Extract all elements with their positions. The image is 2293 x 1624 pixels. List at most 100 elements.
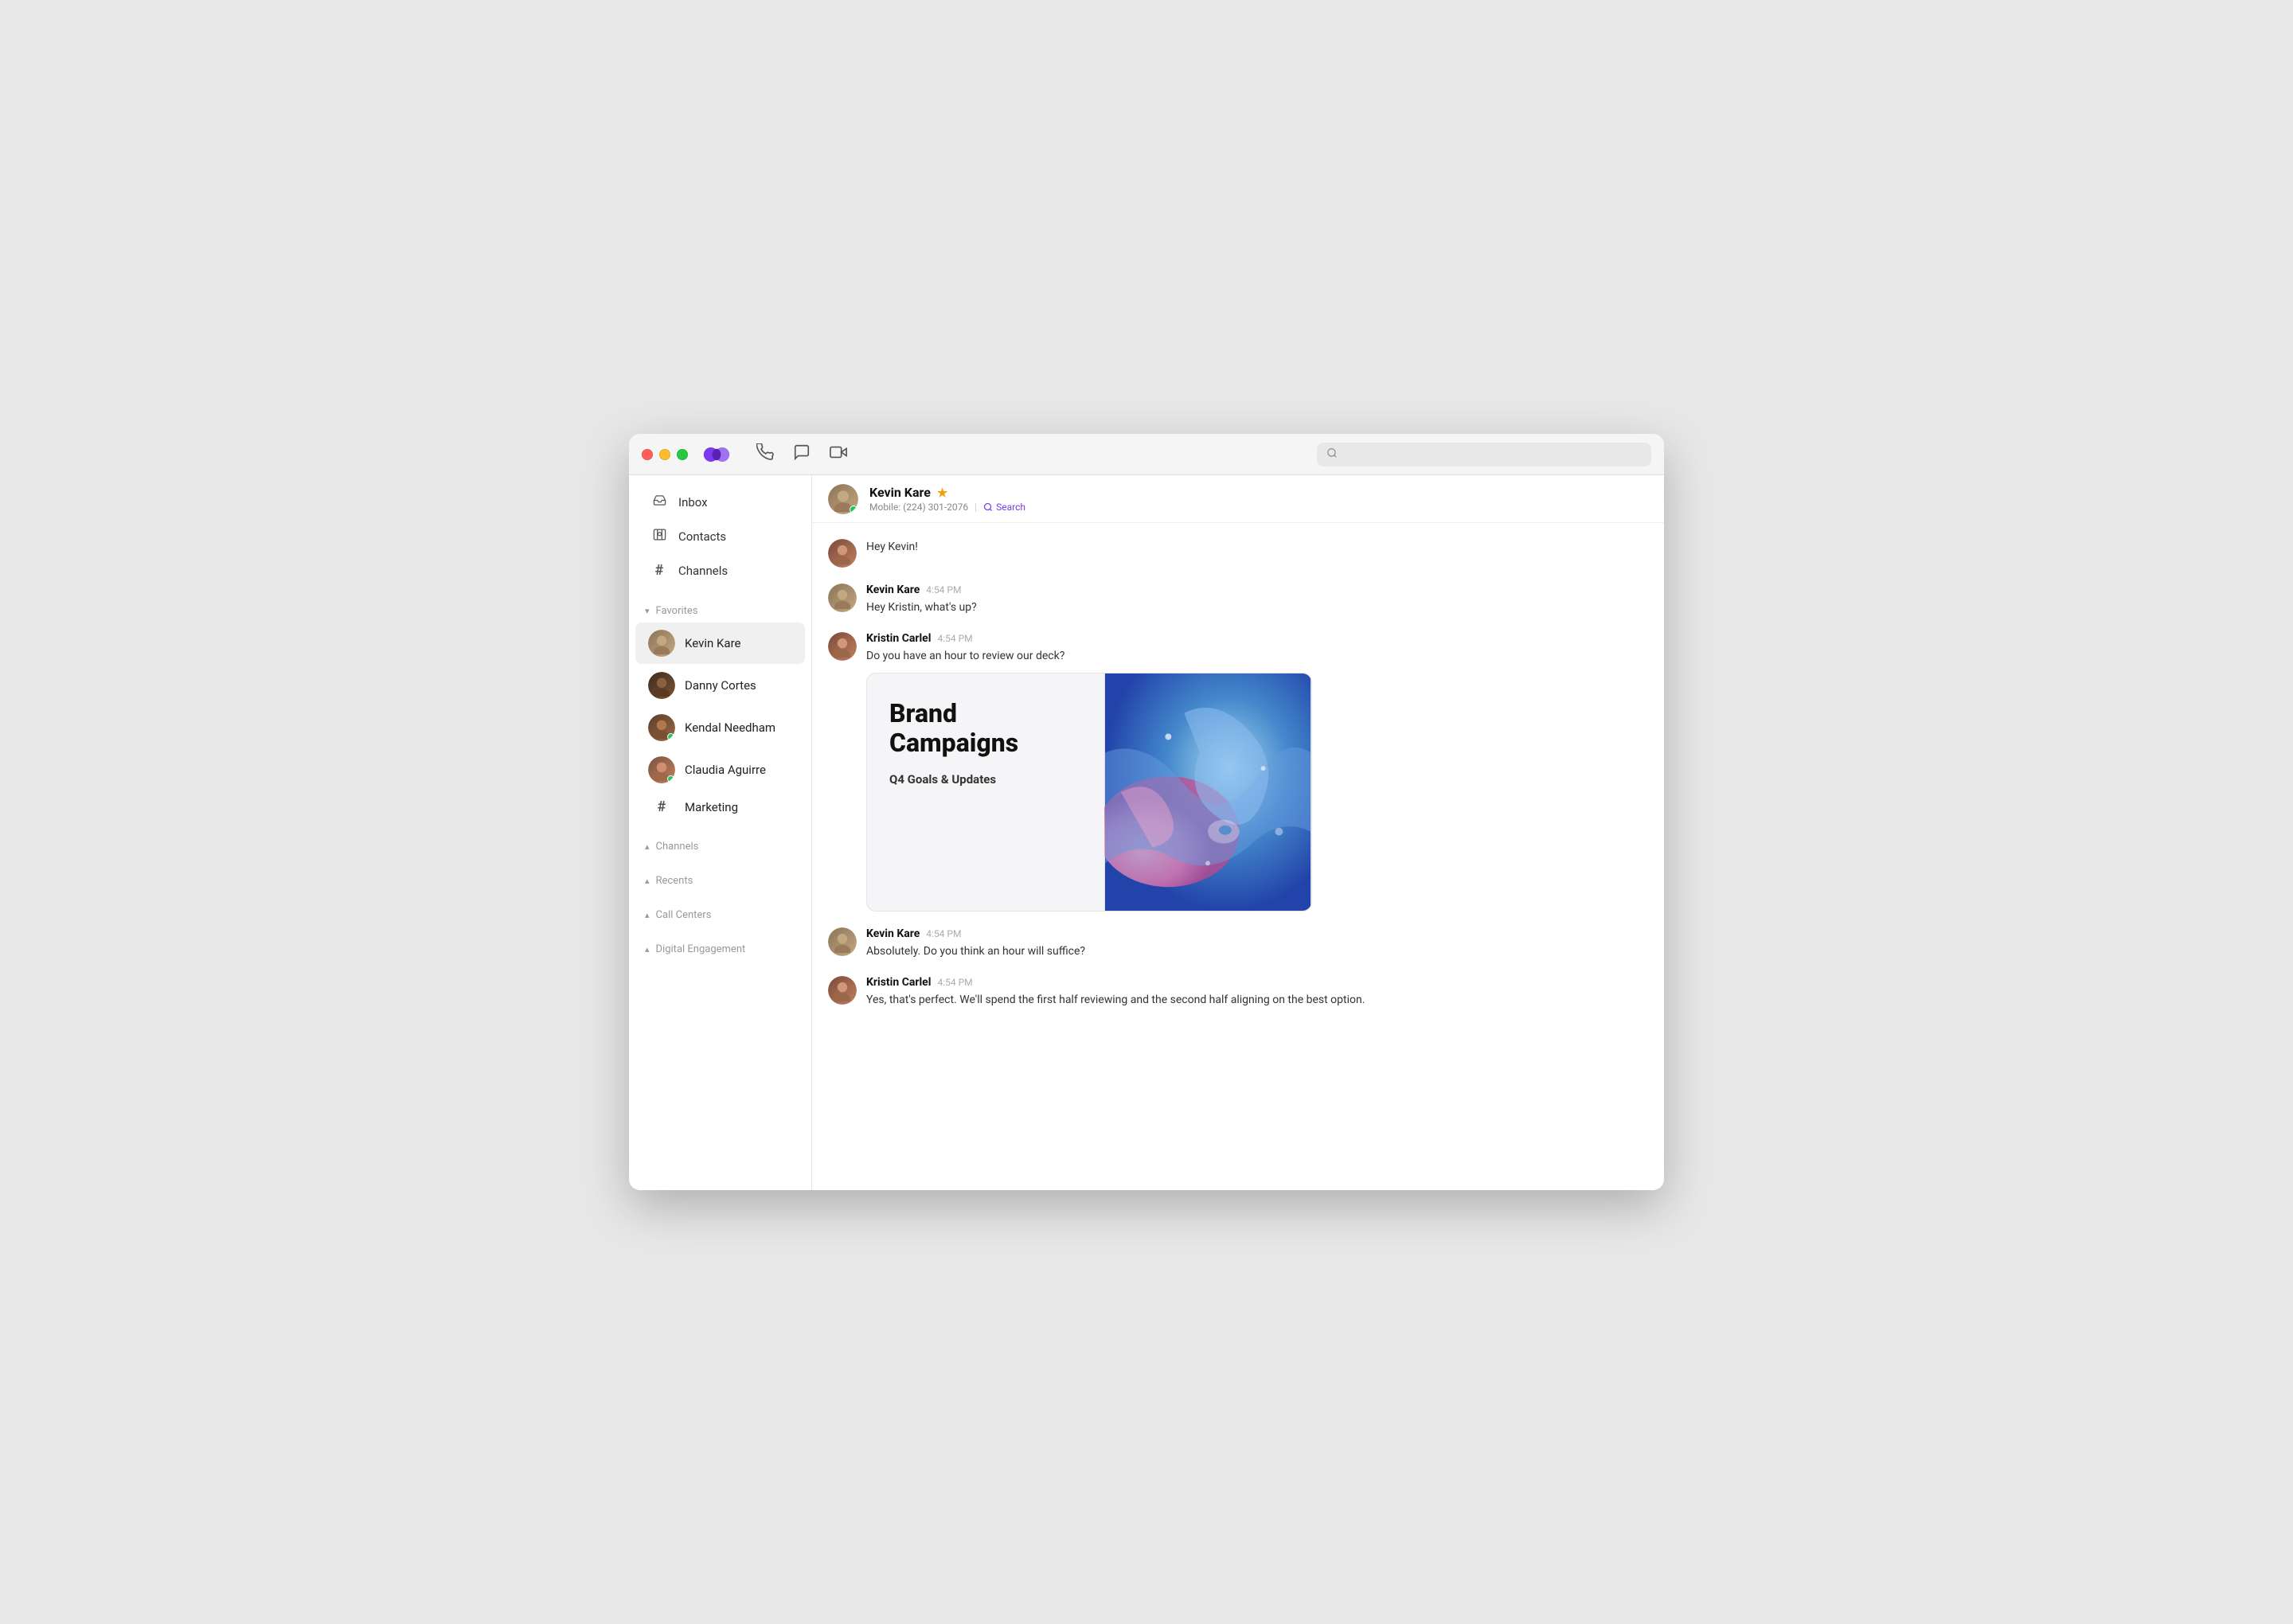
chat-header: Kevin Kare ★ Mobile: (224) 301-2076 | Se… — [812, 475, 1664, 523]
star-icon: ★ — [937, 486, 947, 500]
sidebar-item-contacts[interactable]: Contacts — [635, 520, 805, 552]
titlebar — [629, 434, 1664, 475]
messages-list: Hey Kevin! — [812, 523, 1664, 1190]
minimize-button[interactable] — [659, 449, 670, 460]
msg-time: 4:54 PM — [937, 977, 972, 988]
msg-avatar-kristin — [828, 539, 857, 568]
traffic-lights — [642, 449, 688, 460]
recents-section: ▴ Recents — [629, 870, 811, 892]
call-centers-header[interactable]: ▴ Call Centers — [629, 904, 811, 926]
digital-engagement-section: ▴ Digital Engagement — [629, 939, 811, 960]
card-image-side — [1104, 673, 1311, 911]
msg-avatar-kristin3 — [828, 976, 857, 1005]
sidebar-item-channels[interactable]: # Channels — [635, 554, 805, 587]
chat-phone: Mobile: (224) 301-2076 — [869, 502, 968, 513]
card-subtitle: Q4 Goals & Updates — [889, 772, 1082, 787]
digital-engagement-header[interactable]: ▴ Digital Engagement — [629, 939, 811, 960]
sidebar-item-inbox[interactable]: Inbox — [635, 486, 805, 518]
favorites-label: Favorites — [656, 605, 698, 617]
maximize-button[interactable] — [677, 449, 688, 460]
message-icon[interactable] — [793, 443, 811, 465]
titlebar-icons — [756, 443, 847, 465]
divider: | — [975, 502, 977, 513]
close-button[interactable] — [642, 449, 653, 460]
sidebar-item-claudia-aguirre[interactable]: Claudia Aguirre — [635, 749, 805, 791]
msg-time: 4:54 PM — [926, 928, 961, 939]
msg-content: Kevin Kare 4:54 PM Absolutely. Do you th… — [866, 927, 1648, 960]
chat-search-button[interactable]: Search — [983, 502, 1025, 513]
channels-section-header[interactable]: ▴ Channels — [629, 836, 811, 857]
msg-avatar-kristin2 — [828, 632, 857, 661]
search-bar[interactable] — [1317, 443, 1651, 467]
app-logo — [702, 445, 731, 464]
main-layout: Inbox Contacts # Channels — [629, 475, 1664, 1190]
inbox-label: Inbox — [678, 495, 708, 509]
msg-time: 4:54 PM — [937, 633, 972, 644]
card-text-side: Brand Campaigns Q4 Goals & Updates — [867, 673, 1104, 911]
msg-avatar-kevin — [828, 584, 857, 612]
favorites-header[interactable]: ▾ Favorites — [629, 600, 811, 622]
sidebar-item-marketing[interactable]: # Marketing — [635, 791, 805, 822]
danny-cortes-avatar — [648, 672, 675, 699]
claudia-aguirre-name: Claudia Aguirre — [685, 763, 766, 777]
msg-sender: Kristin Carlel — [866, 632, 931, 645]
call-centers-section: ▴ Call Centers — [629, 904, 811, 926]
msg-content: Hey Kevin! — [866, 539, 1648, 556]
msg-sender: Kevin Kare — [866, 584, 920, 596]
digital-engagement-label: Digital Engagement — [656, 943, 746, 955]
message-row: Kevin Kare 4:54 PM Hey Kristin, what's u… — [828, 584, 1648, 616]
marketing-hash-icon: # — [648, 798, 675, 815]
chat-contact-name: Kevin Kare ★ — [869, 485, 1025, 500]
sidebar-item-kendal-needham[interactable]: Kendal Needham — [635, 707, 805, 748]
card-attachment[interactable]: Brand Campaigns Q4 Goals & Updates — [866, 673, 1312, 912]
msg-text: Absolutely. Do you think an hour will su… — [866, 943, 1648, 960]
recents-label: Recents — [656, 875, 693, 887]
message-row: Hey Kevin! — [828, 539, 1648, 568]
card-title: Brand Campaigns — [889, 699, 1082, 758]
msg-header: Kristin Carlel 4:54 PM — [866, 632, 1648, 645]
message-row: Kristin Carlel 4:54 PM Do you have an ho… — [828, 632, 1648, 912]
contacts-icon — [651, 528, 667, 545]
claudia-aguirre-avatar — [648, 756, 675, 783]
hash-icon: # — [651, 562, 667, 579]
call-centers-chevron: ▴ — [645, 910, 650, 920]
msg-sender: Kristin Carlel — [866, 976, 931, 989]
message-row: Kristin Carlel 4:54 PM Yes, that's perfe… — [828, 976, 1648, 1009]
phone-icon[interactable] — [756, 443, 774, 465]
call-centers-label: Call Centers — [656, 909, 712, 921]
msg-header: Kristin Carlel 4:54 PM — [866, 976, 1648, 989]
channels-section-label: Channels — [656, 841, 699, 853]
danny-cortes-name: Danny Cortes — [685, 678, 756, 693]
chat-area: Kevin Kare ★ Mobile: (224) 301-2076 | Se… — [812, 475, 1664, 1190]
favorites-chevron: ▾ — [645, 606, 650, 616]
channels-section-chevron: ▴ — [645, 841, 650, 852]
msg-text: Yes, that's perfect. We'll spend the fir… — [866, 992, 1648, 1009]
search-icon — [1326, 447, 1338, 462]
channels-collapsed-section: ▴ Channels — [629, 836, 811, 857]
kevin-kare-name: Kevin Kare — [685, 636, 740, 650]
kevin-kare-avatar — [648, 630, 675, 657]
recents-header[interactable]: ▴ Recents — [629, 870, 811, 892]
marketing-name: Marketing — [685, 800, 738, 814]
video-icon[interactable] — [830, 443, 847, 465]
digital-engagement-chevron: ▴ — [645, 944, 650, 954]
msg-text: Do you have an hour to review our deck? — [866, 648, 1648, 665]
msg-text: Hey Kristin, what's up? — [866, 599, 1648, 616]
contacts-label: Contacts — [678, 529, 726, 544]
msg-header: Kevin Kare 4:54 PM — [866, 584, 1648, 596]
msg-content: Kristin Carlel 4:54 PM Yes, that's perfe… — [866, 976, 1648, 1009]
chat-contact-sub: Mobile: (224) 301-2076 | Search — [869, 502, 1025, 513]
sidebar-item-danny-cortes[interactable]: Danny Cortes — [635, 665, 805, 706]
sidebar: Inbox Contacts # Channels — [629, 475, 812, 1190]
kendal-needham-name: Kendal Needham — [685, 720, 775, 735]
msg-time: 4:54 PM — [926, 584, 961, 595]
channels-label: Channels — [678, 564, 728, 578]
msg-content-with-card: Kristin Carlel 4:54 PM Do you have an ho… — [866, 632, 1648, 912]
msg-text: Hey Kevin! — [866, 539, 1648, 556]
sidebar-item-kevin-kare[interactable]: Kevin Kare — [635, 623, 805, 664]
chat-header-info: Kevin Kare ★ Mobile: (224) 301-2076 | Se… — [869, 485, 1025, 513]
inbox-icon — [651, 494, 667, 510]
msg-avatar-kevin2 — [828, 927, 857, 956]
msg-content: Kevin Kare 4:54 PM Hey Kristin, what's u… — [866, 584, 1648, 616]
msg-header: Kevin Kare 4:54 PM — [866, 927, 1648, 940]
